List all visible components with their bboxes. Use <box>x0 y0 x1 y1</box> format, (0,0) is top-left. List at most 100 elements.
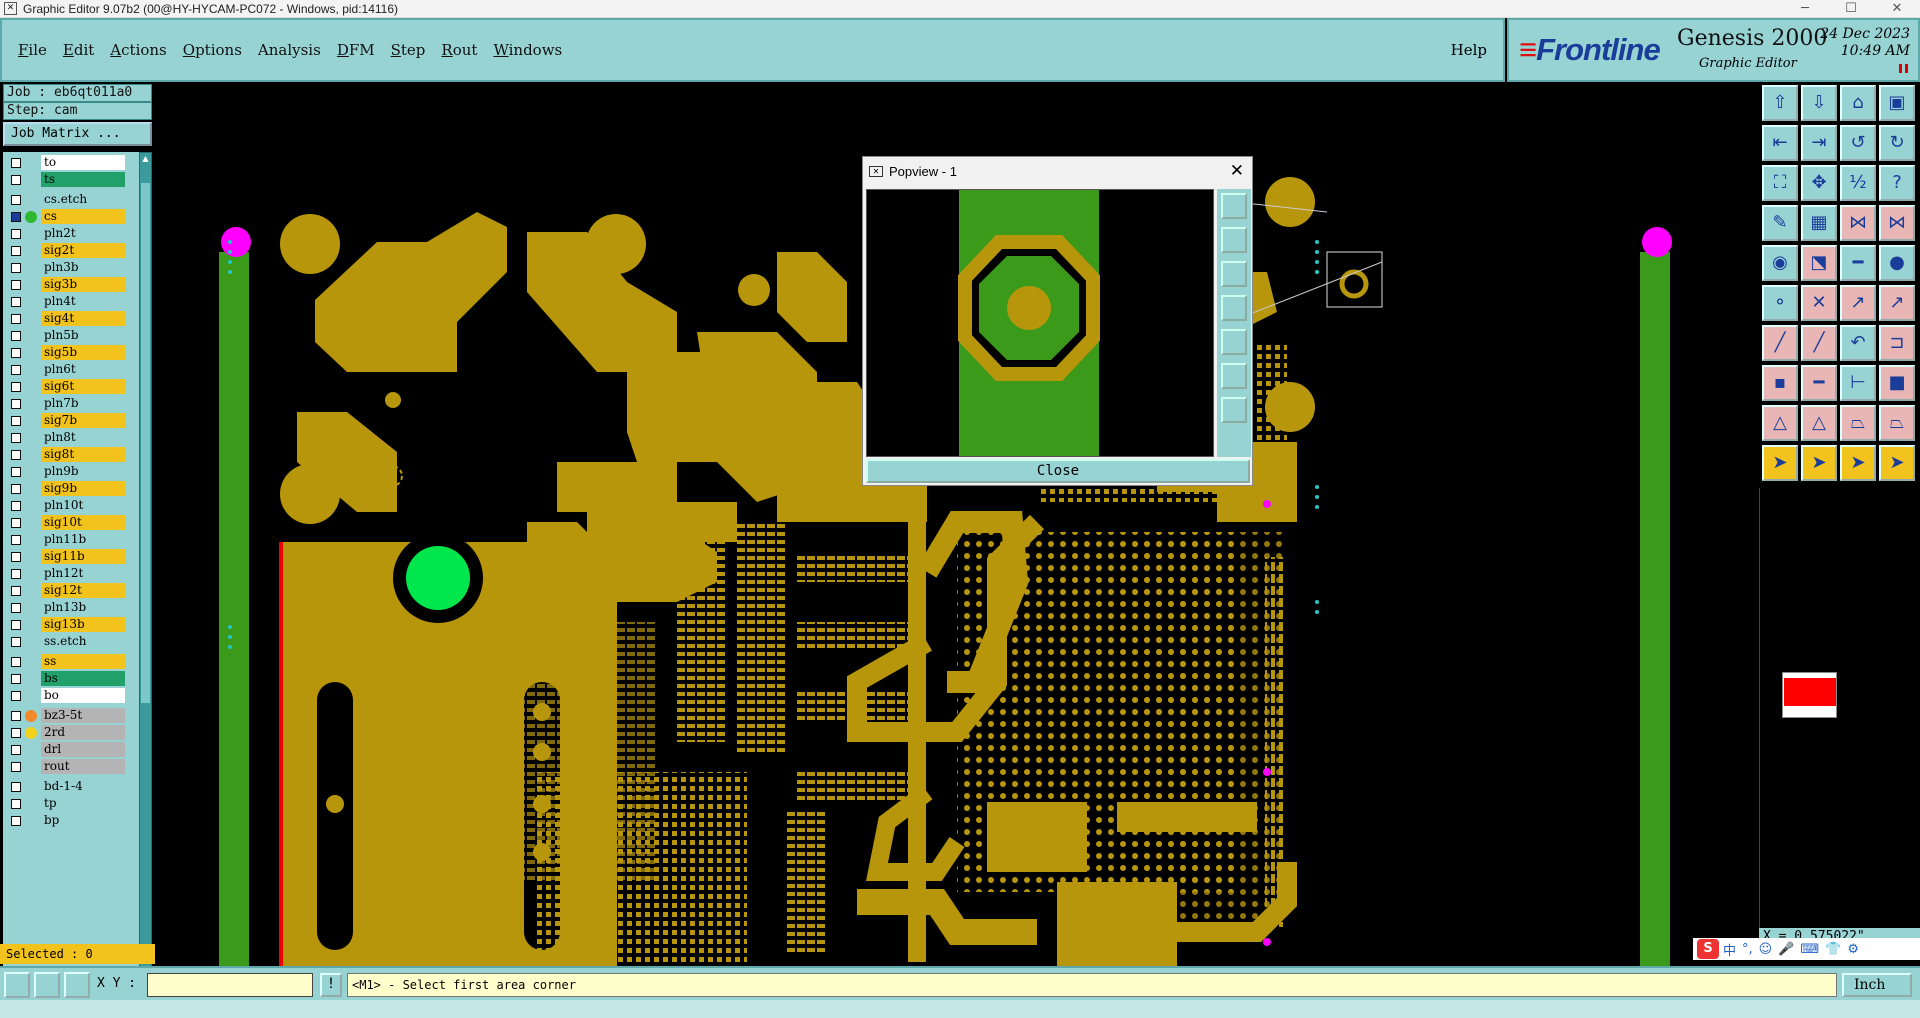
layer-row-bs[interactable]: bs <box>3 670 139 687</box>
layer-name[interactable]: pln5b <box>41 328 125 343</box>
minimize-button[interactable]: ─ <box>1782 1 1828 16</box>
trapezoid-a-icon[interactable]: ⏢ <box>1879 405 1915 441</box>
layer-name[interactable]: bp <box>41 813 125 828</box>
layer-checkbox[interactable] <box>11 263 21 273</box>
popview-zoom-area[interactable] <box>866 189 1214 457</box>
layer-checkbox[interactable] <box>11 762 21 772</box>
popview-close-icon[interactable]: ✕ <box>1230 161 1244 181</box>
layer-name[interactable]: sig12t <box>41 583 125 598</box>
popview-zoom-icon[interactable] <box>1221 193 1247 219</box>
layer-row-pln10t[interactable]: pln10t <box>3 497 139 514</box>
layer-row-pln5b[interactable]: pln5b <box>3 327 139 344</box>
layer-row-pln4t[interactable]: pln4t <box>3 293 139 310</box>
layer-name[interactable]: sig7b <box>41 413 125 428</box>
ime-logo[interactable]: S <box>1697 939 1719 959</box>
layer-name[interactable]: to <box>41 155 125 170</box>
zoom-right-icon[interactable]: ⇥ <box>1801 125 1837 161</box>
close-button[interactable]: ✕ <box>1874 1 1920 16</box>
layer-name[interactable]: rout <box>41 759 125 774</box>
layer-name[interactable]: bz3-5t <box>41 708 125 723</box>
units-selector[interactable]: Inch <box>1842 973 1912 997</box>
layer-name[interactable]: pln7b <box>41 396 125 411</box>
layer-checkbox[interactable] <box>11 816 21 826</box>
layer-name[interactable]: pln10t <box>41 498 125 513</box>
layer-checkbox[interactable] <box>11 195 21 205</box>
layer-row-bp[interactable]: bp <box>3 812 139 829</box>
layer-checkbox[interactable] <box>11 674 21 684</box>
layer-row-bz3-5t[interactable]: bz3-5t <box>3 707 139 724</box>
layer-name[interactable]: sig13b <box>41 617 125 632</box>
layer-row-to[interactable]: to <box>3 154 139 171</box>
layer-row-pln6t[interactable]: pln6t <box>3 361 139 378</box>
popview-pan-right-icon[interactable] <box>1221 329 1247 355</box>
popview-zoom-in-icon[interactable] <box>1221 363 1247 389</box>
layer-checkbox[interactable] <box>11 212 21 222</box>
xy-input[interactable] <box>147 973 313 997</box>
ime-voice-icon[interactable]: 🎤 <box>1778 942 1794 957</box>
layer-row-sig6t[interactable]: sig6t <box>3 378 139 395</box>
layer-checkbox[interactable] <box>11 246 21 256</box>
layer-name[interactable]: pln12t <box>41 566 125 581</box>
layer-name[interactable]: sig6t <box>41 379 125 394</box>
snap-mode-icon[interactable] <box>4 972 30 998</box>
layer-checkbox[interactable] <box>11 552 21 562</box>
menu-analysis[interactable]: Analysis <box>258 41 321 59</box>
layer-checkbox[interactable] <box>11 484 21 494</box>
line-edit-icon[interactable]: ⬔ <box>1801 245 1837 281</box>
menu-options[interactable]: Options <box>183 41 242 59</box>
layer-name[interactable]: sig2t <box>41 243 125 258</box>
layer-checkbox[interactable] <box>11 711 21 721</box>
layer-checkbox[interactable] <box>11 799 21 809</box>
net-route-icon[interactable]: ⋈ <box>1879 205 1915 241</box>
menu-windows[interactable]: Windows <box>493 41 562 59</box>
menu-actions[interactable]: Actions <box>110 41 166 59</box>
layer-name[interactable]: ss.etch <box>41 634 125 649</box>
layer-name[interactable]: sig8t <box>41 447 125 462</box>
grid-icon[interactable]: ▦ <box>1801 205 1837 241</box>
move-pointer-icon[interactable]: ➤ <box>1840 445 1876 481</box>
layer-list-scrollbar[interactable]: ▲ ▼ <box>139 152 152 1018</box>
layer-row-pln12t[interactable]: pln12t <box>3 565 139 582</box>
layer-name[interactable]: sig10t <box>41 515 125 530</box>
overview-map[interactable] <box>1782 672 1837 718</box>
ime-tray[interactable]: S 中 °, ☺ 🎤 ⌨ 👕 ⚙ <box>1693 938 1920 960</box>
job-matrix-button[interactable]: Job Matrix ... <box>3 122 152 146</box>
menu-dfm[interactable]: DFM <box>337 41 375 59</box>
node-add-icon[interactable]: ⚬ <box>1762 285 1798 321</box>
layer-checkbox[interactable] <box>11 399 21 409</box>
popview-zoom-out-icon[interactable] <box>1221 397 1247 423</box>
layer-name[interactable]: pln3b <box>41 260 125 275</box>
zoom-center-icon[interactable]: ✥ <box>1801 165 1837 201</box>
layer-checkbox[interactable] <box>11 569 21 579</box>
layer-row-drl[interactable]: drl <box>3 741 139 758</box>
layer-row-sig12t[interactable]: sig12t <box>3 582 139 599</box>
pause-icon[interactable] <box>1899 64 1908 73</box>
connect-icon[interactable]: ↗ <box>1840 285 1876 321</box>
open-job-icon[interactable]: ⇧ <box>1762 85 1798 121</box>
layer-row-sig9b[interactable]: sig9b <box>3 480 139 497</box>
layer-name[interactable]: sig9b <box>41 481 125 496</box>
layer-name[interactable]: ss <box>41 654 125 669</box>
layer-row-sig2t[interactable]: sig2t <box>3 242 139 259</box>
pad-icon[interactable]: ◉ <box>1762 245 1798 281</box>
layer-row-ss[interactable]: ss <box>3 653 139 670</box>
ime-skin-icon[interactable]: 👕 <box>1825 942 1841 957</box>
popview-window[interactable]: ✕ Popview - 1 ✕ Close <box>862 156 1253 486</box>
circle-icon[interactable]: ● <box>1879 245 1915 281</box>
layer-name[interactable]: tp <box>41 796 125 811</box>
layer-display-dot-icon[interactable] <box>25 710 37 722</box>
snap-icon[interactable]: ✎ <box>1762 205 1798 241</box>
layer-checkbox[interactable] <box>11 365 21 375</box>
layer-row-pln13b[interactable]: pln13b <box>3 599 139 616</box>
layer-row-pln9b[interactable]: pln9b <box>3 463 139 480</box>
layer-checkbox[interactable] <box>11 745 21 755</box>
ime-keyboard-icon[interactable]: ⌨ <box>1800 942 1819 957</box>
delete-node-icon[interactable]: ✕ <box>1801 285 1837 321</box>
layer-checkbox[interactable] <box>11 348 21 358</box>
query-icon[interactable]: ? <box>1879 165 1915 201</box>
layer-name[interactable]: 2rd <box>41 725 125 740</box>
popview-close-button[interactable]: Close <box>866 459 1250 483</box>
layer-checkbox[interactable] <box>11 280 21 290</box>
layer-display-dot-icon[interactable] <box>25 727 37 739</box>
layer-name[interactable]: pln13b <box>41 600 125 615</box>
